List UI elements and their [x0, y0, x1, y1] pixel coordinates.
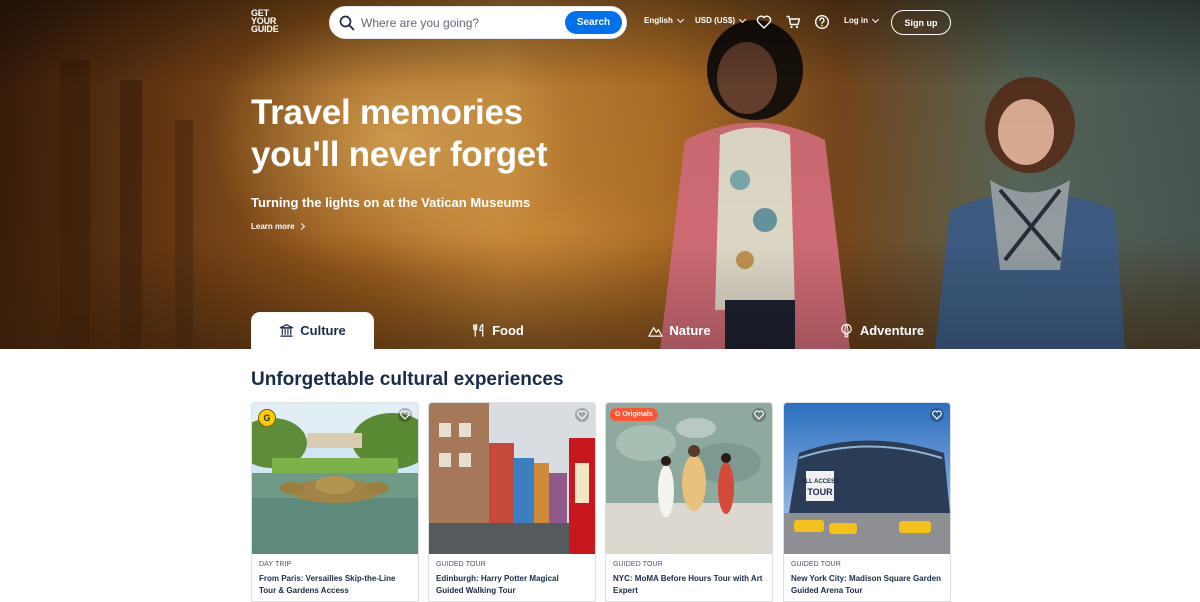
hero-title-line: you'll never forget: [251, 135, 548, 174]
tab-nature[interactable]: Nature: [618, 312, 741, 349]
card-category: GUIDED TOUR: [436, 561, 486, 568]
help-icon[interactable]: [814, 14, 830, 30]
wishlist-heart-icon[interactable]: [575, 408, 589, 422]
card-title: NYC: MoMA Before Hours Tour with Art Exp…: [613, 574, 763, 595]
wishlist-heart-icon[interactable]: [930, 408, 944, 422]
chevron-down-icon: [871, 15, 880, 23]
originals-badge: G Originals: [610, 408, 658, 421]
cart-icon[interactable]: [785, 14, 801, 30]
search-button[interactable]: Search: [565, 11, 622, 34]
section-title: Unforgettable cultural experiences: [251, 369, 564, 390]
activity-card[interactable]: G Originals GUIDED TOUR NYC: MoMA Before…: [605, 402, 773, 602]
tab-food[interactable]: Food: [436, 312, 559, 349]
hero-title-line: Travel memories: [251, 93, 523, 132]
museum-icon: [280, 324, 294, 337]
search-icon: [339, 15, 355, 31]
card-title: From Paris: Versailles Skip-the-Line Tou…: [259, 574, 396, 595]
activity-card[interactable]: ALL ACCESS TOUR GUIDED TOUR New York Cit…: [783, 402, 951, 602]
chevron-right-icon: [297, 222, 305, 231]
card-image-moma-gallery: [606, 403, 772, 554]
learn-more-label: Learn more: [251, 222, 295, 231]
card-category: DAY TRIP: [259, 561, 292, 568]
currency-selector[interactable]: USD (US$): [695, 15, 747, 25]
activity-card[interactable]: GUIDED TOUR Edinburgh: Harry Potter Magi…: [428, 402, 596, 602]
currency-label: USD (US$): [695, 16, 736, 25]
tab-adventure[interactable]: Adventure: [820, 312, 943, 349]
tab-label: Nature: [669, 323, 711, 338]
chevron-down-icon: [676, 15, 684, 23]
logo-line: GUIDE: [251, 24, 279, 34]
arena-sign-text: ALL ACCESS: [801, 479, 839, 485]
hero-title: Travel memories you'll never forget: [251, 92, 611, 176]
card-title: New York City: Madison Square Garden Gui…: [791, 574, 941, 595]
search-bar: Search: [329, 6, 627, 39]
hero-subtitle: Turning the lights on at the Vatican Mus…: [251, 195, 531, 210]
card-title: Edinburgh: Harry Potter Magical Guided W…: [436, 574, 559, 595]
mountain-icon: [648, 327, 664, 337]
balloon-icon: [841, 323, 852, 338]
wishlist-heart-icon[interactable]: [398, 408, 412, 422]
fork-knife-icon: [473, 323, 484, 337]
tab-label: Culture: [300, 323, 346, 338]
card-image-versailles: [252, 403, 418, 554]
getyourguide-logo[interactable]: GET YOUR GUIDE: [251, 9, 287, 34]
tab-label: Adventure: [859, 323, 925, 338]
card-image-madison-square-garden: ALL ACCESS TOUR: [784, 403, 950, 554]
learn-more-link[interactable]: Learn more: [251, 222, 305, 231]
card-category: GUIDED TOUR: [613, 561, 663, 568]
language-selector[interactable]: English: [644, 15, 684, 25]
wishlist-heart-icon[interactable]: [752, 408, 766, 422]
tab-label: Food: [492, 323, 524, 338]
gyg-badge: G: [258, 409, 276, 427]
top-header: GET YOUR GUIDE Search English USD (US$) …: [0, 0, 1200, 46]
tab-culture[interactable]: Culture: [251, 312, 374, 349]
card-image-edinburgh-street: [429, 403, 595, 554]
login-label: Log in: [844, 16, 868, 25]
language-label: English: [644, 16, 673, 25]
login-menu[interactable]: Log in: [844, 15, 880, 25]
arena-sign-text: TOUR: [807, 487, 833, 497]
search-input[interactable]: [361, 14, 561, 32]
activity-card[interactable]: G DAY TRIP From Paris: Versailles Skip-t…: [251, 402, 419, 602]
signup-button[interactable]: Sign up: [891, 10, 951, 35]
chevron-down-icon: [738, 15, 747, 23]
heart-icon[interactable]: [756, 14, 772, 30]
card-category: GUIDED TOUR: [791, 561, 841, 568]
